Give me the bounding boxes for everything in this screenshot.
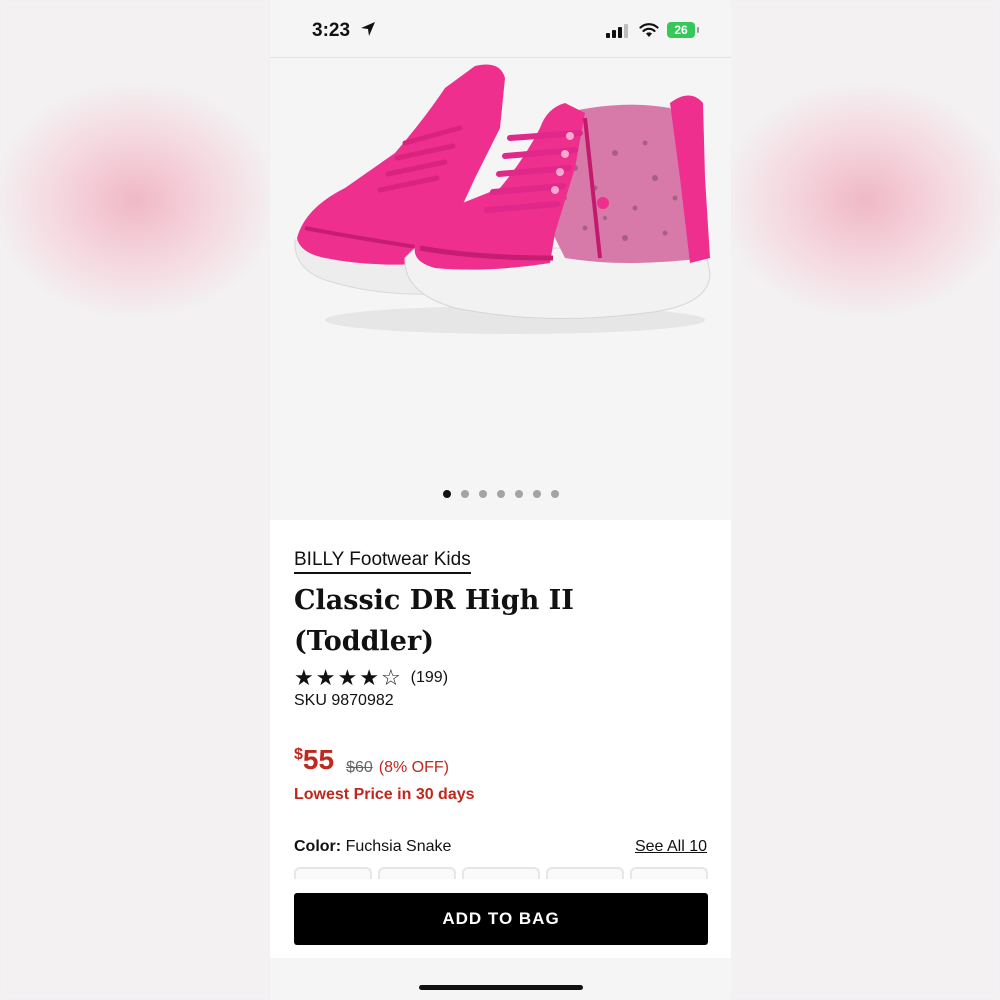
color-swatch[interactable] — [630, 867, 708, 879]
color-swatch[interactable] — [546, 867, 624, 879]
background-right — [730, 0, 1000, 1000]
star-empty-icon: ☆ — [380, 665, 401, 690]
price-currency: $ — [294, 746, 303, 763]
gallery-dot[interactable] — [478, 490, 487, 498]
gallery-pagination — [270, 490, 731, 498]
product-image — [294, 64, 711, 334]
star-filled-icon: ★ — [294, 665, 314, 690]
see-all-colors-link[interactable]: See All 10 — [635, 838, 707, 856]
gallery-dot[interactable] — [550, 490, 559, 498]
gallery-dot[interactable] — [496, 490, 505, 498]
star-filled-icon: ★ — [359, 665, 379, 690]
color-swatch[interactable] — [462, 867, 540, 879]
color-swatch[interactable] — [294, 867, 372, 879]
color-label: Color: — [294, 838, 342, 855]
background-left — [0, 0, 270, 1000]
discount-label: (8% OFF) — [378, 759, 449, 776]
gallery-dot[interactable] — [514, 490, 523, 498]
cellular-signal-icon — [606, 24, 628, 38]
phone-screen: 3:23 26 BILLY Footwear Kids Classic DR H… — [270, 0, 731, 1000]
gallery-dot[interactable] — [442, 490, 451, 498]
bottom-bar — [270, 958, 731, 1000]
color-selection: Color: Fuchsia Snake — [294, 838, 451, 856]
home-indicator[interactable] — [419, 985, 583, 990]
location-arrow-icon — [361, 22, 375, 36]
original-price: $60 — [346, 759, 373, 776]
battery-tip — [697, 27, 699, 33]
add-to-bag-button[interactable]: ADD TO BAG — [294, 893, 708, 945]
product-image-gallery[interactable] — [270, 58, 731, 520]
gallery-dot[interactable] — [460, 490, 469, 498]
current-price: 55 — [302, 744, 335, 775]
battery-level: 26 — [674, 23, 688, 37]
status-time: 3:23 — [312, 20, 351, 41]
product-rating[interactable]: ★ ★ ★ ★ ☆ (199) — [294, 666, 448, 690]
color-value: Fuchsia Snake — [345, 838, 452, 855]
product-title: Classic DR High II (Toddler) — [294, 585, 574, 657]
review-count[interactable]: (199) — [411, 669, 448, 687]
color-swatches — [294, 867, 708, 879]
color-swatch[interactable] — [378, 867, 456, 879]
status-bar: 3:23 26 — [270, 0, 731, 58]
star-filled-icon: ★ — [315, 665, 336, 690]
price-row: $ 55 $60 (8% OFF) — [294, 744, 449, 777]
battery-indicator: 26 — [667, 22, 695, 38]
lowest-price-note: Lowest Price in 30 days — [294, 786, 475, 803]
gallery-dot[interactable] — [532, 490, 541, 498]
wifi-icon — [639, 23, 659, 37]
product-sku: SKU 9870982 — [294, 692, 394, 709]
brand-link[interactable]: BILLY Footwear Kids — [294, 549, 471, 574]
star-filled-icon: ★ — [337, 665, 358, 690]
